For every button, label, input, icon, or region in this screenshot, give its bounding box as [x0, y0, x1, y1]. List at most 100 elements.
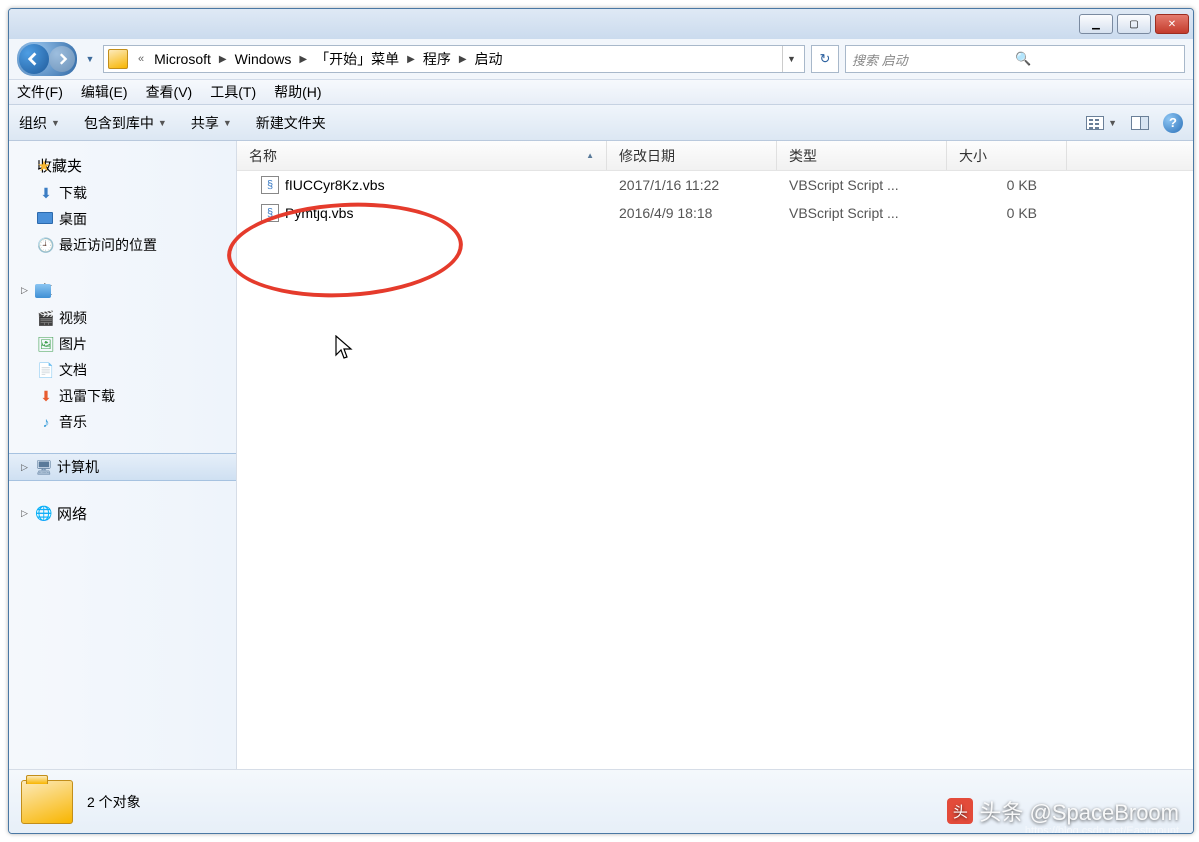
view-mode-button[interactable]: ▼: [1086, 116, 1117, 130]
file-list: 名称 ▲ 修改日期 类型 大小 fIUCCyr8Kz.vbs 2017/1/16…: [237, 141, 1193, 769]
nav-buttons: [17, 42, 77, 76]
libraries-group: ▷ 库 🎬 视频 🖼 图片 📄 文档 ⬇ 迅雷下: [9, 276, 236, 435]
file-name-cell: fIUCCyr8Kz.vbs: [237, 176, 607, 194]
sidebar-item-recent[interactable]: 🕘 最近访问的位置: [9, 232, 236, 258]
new-folder-button[interactable]: 新建文件夹: [256, 113, 326, 133]
column-size[interactable]: 大小: [947, 141, 1067, 170]
minimize-button[interactable]: ▁: [1079, 14, 1113, 34]
status-count: 2 个对象: [87, 792, 141, 812]
sidebar-label: 计算机: [57, 457, 99, 477]
music-icon: ♪: [37, 413, 55, 431]
chevron-down-icon: ▼: [1108, 118, 1117, 128]
sidebar-favorites[interactable]: ★ 收藏夹: [9, 151, 236, 180]
column-name[interactable]: 名称 ▲: [237, 141, 607, 170]
sidebar-item-downloads[interactable]: ⬇ 下载: [9, 180, 236, 206]
menu-tools[interactable]: 工具(T): [210, 82, 256, 102]
file-row[interactable]: fIUCCyr8Kz.vbs 2017/1/16 11:22 VBScript …: [237, 171, 1193, 199]
network-group: ▷ 🌐 网络: [9, 499, 236, 528]
search-placeholder: 搜索 启动: [852, 50, 1015, 69]
chevron-right-icon[interactable]: ▶: [295, 54, 311, 65]
content-area: ★ 收藏夹 ⬇ 下载 桌面 🕘 最近访问的位置 ▷: [9, 141, 1193, 769]
sidebar-item-videos[interactable]: 🎬 视频: [9, 305, 236, 331]
refresh-button[interactable]: ↻: [811, 45, 839, 73]
chevron-right-icon[interactable]: ▶: [455, 54, 471, 65]
file-size: 0 KB: [947, 205, 1067, 221]
menu-help[interactable]: 帮助(H): [274, 82, 321, 102]
sidebar-item-label: 视频: [59, 308, 87, 328]
breadcrumb-overflow[interactable]: «: [132, 53, 150, 65]
address-bar: ▼ « Microsoft ▶ Windows ▶ 「开始」菜单 ▶ 程序 ▶ …: [9, 39, 1193, 79]
breadcrumb[interactable]: « Microsoft ▶ Windows ▶ 「开始」菜单 ▶ 程序 ▶ 启动…: [103, 45, 805, 73]
arrow-left-icon: [27, 52, 41, 66]
chevron-right-icon[interactable]: ▶: [215, 54, 231, 65]
menu-file[interactable]: 文件(F): [17, 82, 63, 102]
column-headers: 名称 ▲ 修改日期 类型 大小: [237, 141, 1193, 171]
breadcrumb-item[interactable]: Windows: [231, 51, 296, 67]
file-row[interactable]: Pymtjq.vbs 2016/4/9 18:18 VBScript Scrip…: [237, 199, 1193, 227]
thunder-icon: ⬇: [37, 387, 55, 405]
file-type: VBScript Script ...: [777, 177, 947, 193]
sidebar-computer[interactable]: ▷ 🖥 计算机: [9, 453, 236, 481]
breadcrumb-dropdown[interactable]: ▼: [782, 46, 800, 72]
refresh-icon: ↻: [820, 51, 831, 67]
title-bar: ▁ ▢ ✕: [9, 9, 1193, 39]
vbscript-icon: [261, 176, 279, 194]
include-library-button[interactable]: 包含到库中 ▼: [84, 113, 167, 133]
back-button[interactable]: [19, 44, 49, 74]
sidebar-item-pictures[interactable]: 🖼 图片: [9, 331, 236, 357]
sidebar-item-label: 文档: [59, 360, 87, 380]
folder-icon: [108, 49, 128, 69]
computer-group: ▷ 🖥 计算机: [9, 453, 236, 481]
status-bar: 2 个对象: [9, 769, 1193, 833]
sidebar-item-label: 下载: [59, 183, 87, 203]
sidebar-item-desktop[interactable]: 桌面: [9, 206, 236, 232]
column-type[interactable]: 类型: [777, 141, 947, 170]
maximize-button[interactable]: ▢: [1117, 14, 1151, 34]
file-name: fIUCCyr8Kz.vbs: [285, 177, 385, 193]
breadcrumb-item[interactable]: Microsoft: [150, 51, 215, 67]
share-button[interactable]: 共享 ▼: [191, 113, 232, 133]
sidebar-libraries[interactable]: ▷ 库: [9, 276, 236, 305]
desktop-icon: [37, 212, 53, 224]
organize-label: 组织: [19, 113, 47, 133]
video-icon: 🎬: [37, 309, 55, 327]
search-input[interactable]: 搜索 启动 🔍: [845, 45, 1185, 73]
forward-button[interactable]: [49, 46, 75, 72]
organize-button[interactable]: 组织 ▼: [19, 113, 60, 133]
chevron-down-icon: ▼: [223, 118, 232, 128]
sort-ascending-icon: ▲: [586, 151, 594, 160]
column-date[interactable]: 修改日期: [607, 141, 777, 170]
recent-icon: 🕘: [37, 236, 55, 254]
download-icon: ⬇: [37, 184, 55, 202]
help-button[interactable]: ?: [1163, 113, 1183, 133]
sidebar-item-documents[interactable]: 📄 文档: [9, 357, 236, 383]
preview-pane-button[interactable]: [1131, 116, 1149, 130]
close-button[interactable]: ✕: [1155, 14, 1189, 34]
sidebar-item-music[interactable]: ♪ 音乐: [9, 409, 236, 435]
favorites-group: ★ 收藏夹 ⬇ 下载 桌面 🕘 最近访问的位置: [9, 151, 236, 258]
view-list-icon: [1086, 116, 1104, 130]
breadcrumb-item[interactable]: 程序: [419, 49, 455, 69]
breadcrumb-item[interactable]: 启动: [471, 49, 507, 69]
file-type: VBScript Script ...: [777, 205, 947, 221]
sidebar-item-label: 音乐: [59, 412, 87, 432]
chevron-down-icon: ▼: [158, 118, 167, 128]
file-date: 2017/1/16 11:22: [607, 177, 777, 193]
toolbar: 组织 ▼ 包含到库中 ▼ 共享 ▼ 新建文件夹 ▼ ?: [9, 105, 1193, 141]
sidebar-network[interactable]: ▷ 🌐 网络: [9, 499, 236, 528]
menu-view[interactable]: 查看(V): [146, 82, 193, 102]
toolbar-right: ▼ ?: [1086, 113, 1183, 133]
chevron-down-icon: ▼: [51, 118, 60, 128]
vbscript-icon: [261, 204, 279, 222]
nav-history-dropdown[interactable]: ▼: [83, 54, 97, 64]
sidebar-item-xunlei[interactable]: ⬇ 迅雷下载: [9, 383, 236, 409]
expand-icon: ▷: [21, 285, 28, 296]
new-folder-label: 新建文件夹: [256, 113, 326, 133]
chevron-right-icon[interactable]: ▶: [403, 54, 419, 65]
sidebar-label: 网络: [57, 503, 87, 524]
breadcrumb-item[interactable]: 「开始」菜单: [311, 49, 403, 69]
share-label: 共享: [191, 113, 219, 133]
menu-edit[interactable]: 编辑(E): [81, 82, 128, 102]
arrow-right-icon: [56, 53, 68, 65]
sidebar-item-label: 最近访问的位置: [59, 235, 157, 255]
